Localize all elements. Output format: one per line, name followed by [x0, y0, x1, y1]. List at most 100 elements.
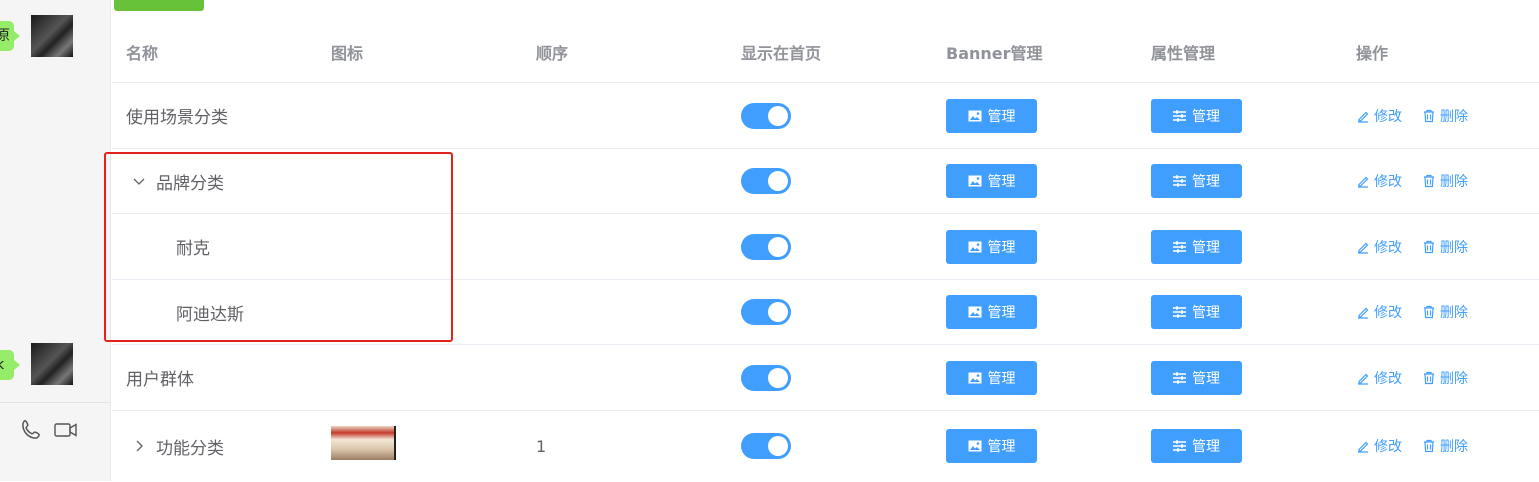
banner-manage-button[interactable]: 管理 — [946, 164, 1037, 198]
edit-label: 修改 — [1374, 239, 1402, 256]
trash-icon — [1424, 305, 1434, 319]
table-row: 功能分类 1 管理 管理 修改 删除 — [112, 411, 1539, 481]
button-label: 管理 — [987, 439, 1016, 455]
edit-icon — [1358, 373, 1369, 385]
delete-link[interactable]: 删除 — [1422, 436, 1468, 456]
trash-icon — [1424, 371, 1434, 384]
button-label: 管理 — [987, 108, 1016, 125]
add-button[interactable] — [114, 0, 204, 11]
chat-bubble: 原 — [0, 21, 20, 51]
edit-link[interactable]: 修改 — [1356, 237, 1402, 257]
video-call-icon[interactable] — [53, 417, 79, 443]
attr-manage-button[interactable]: 管理 — [1151, 429, 1242, 463]
edit-link[interactable]: 修改 — [1356, 171, 1402, 191]
button-label: 管理 — [1192, 439, 1220, 455]
delete-link[interactable]: 删除 — [1422, 106, 1468, 126]
attr-manage-button[interactable]: 管理 — [1151, 360, 1242, 395]
header-name: 名称 — [126, 44, 159, 63]
edit-label: 修改 — [1374, 439, 1402, 455]
edit-label: 修改 — [1374, 174, 1402, 190]
edit-icon — [1358, 307, 1369, 319]
sliders-icon — [1173, 175, 1186, 187]
delete-link[interactable]: 删除 — [1422, 368, 1468, 388]
chat-toolbar — [0, 402, 110, 482]
sliders-icon — [1173, 306, 1186, 318]
trash-icon — [1424, 439, 1434, 453]
edit-link[interactable]: 修改 — [1356, 302, 1402, 322]
delete-label: 删除 — [1440, 108, 1468, 125]
image-icon — [968, 110, 981, 121]
trash-icon — [1424, 109, 1434, 122]
edit-icon — [1358, 111, 1369, 123]
header-show-home: 显示在首页 — [741, 44, 822, 63]
table-header: 名称 图标 顺序 显示在首页 Banner管理 属性管理 操作 — [112, 22, 1539, 83]
avatar[interactable] — [31, 343, 73, 385]
table-row: 用户群体 管理 管理 修改 删除 — [112, 345, 1539, 411]
category-name: 用户群体 — [126, 370, 194, 390]
button-label: 管理 — [987, 305, 1016, 321]
chat-panel: 原 k — [0, 0, 111, 481]
edit-label: 修改 — [1374, 370, 1402, 387]
button-label: 管理 — [1192, 174, 1220, 190]
delete-label: 删除 — [1440, 174, 1468, 190]
delete-link[interactable]: 删除 — [1422, 237, 1468, 257]
sliders-icon — [1173, 240, 1186, 253]
delete-label: 删除 — [1440, 239, 1468, 256]
attr-manage-button[interactable]: 管理 — [1151, 229, 1242, 264]
edit-link[interactable]: 修改 — [1356, 436, 1402, 456]
edit-icon — [1358, 441, 1369, 453]
table-row: 使用场景分类 管理 管理 修改 删除 — [112, 83, 1539, 149]
avatar[interactable] — [31, 15, 73, 57]
attr-manage-button[interactable]: 管理 — [1151, 98, 1242, 133]
trash-icon — [1424, 174, 1434, 188]
banner-manage-button[interactable]: 管理 — [946, 98, 1037, 133]
button-label: 管理 — [987, 370, 1016, 387]
edit-label: 修改 — [1374, 108, 1402, 125]
chat-bubble: k — [0, 350, 20, 380]
header-order: 顺序 — [536, 44, 569, 63]
phone-icon[interactable] — [18, 417, 44, 443]
button-label: 管理 — [987, 174, 1016, 190]
button-label: 管理 — [1192, 305, 1220, 321]
header-attr: 属性管理 — [1151, 44, 1216, 63]
image-icon — [968, 241, 981, 252]
banner-manage-button[interactable]: 管理 — [946, 295, 1037, 329]
category-icon-image — [331, 426, 396, 460]
sliders-icon — [1173, 440, 1186, 452]
edit-link[interactable]: 修改 — [1356, 106, 1402, 126]
image-icon — [968, 440, 981, 452]
sliders-icon — [1173, 371, 1186, 384]
category-order: 1 — [536, 436, 547, 456]
delete-link[interactable]: 删除 — [1422, 302, 1468, 322]
banner-manage-button[interactable]: 管理 — [946, 360, 1037, 395]
edit-icon — [1358, 242, 1369, 254]
attr-manage-button[interactable]: 管理 — [1151, 295, 1242, 329]
button-label: 管理 — [1192, 108, 1220, 125]
banner-manage-button[interactable]: 管理 — [946, 229, 1037, 264]
edit-link[interactable]: 修改 — [1356, 368, 1402, 388]
delete-link[interactable]: 删除 — [1422, 171, 1468, 191]
button-label: 管理 — [1192, 370, 1220, 387]
banner-manage-button[interactable]: 管理 — [946, 429, 1037, 463]
sliders-icon — [1173, 109, 1186, 122]
edit-icon — [1358, 176, 1369, 188]
show-home-switch[interactable] — [741, 102, 791, 129]
show-home-switch[interactable] — [741, 433, 791, 459]
show-home-switch[interactable] — [741, 299, 791, 325]
image-icon — [968, 306, 981, 318]
category-name: 功能分类 — [156, 438, 224, 459]
chevron-right-icon[interactable] — [132, 439, 146, 453]
header-ops: 操作 — [1356, 44, 1389, 63]
delete-label: 删除 — [1440, 439, 1468, 455]
show-home-switch[interactable] — [741, 364, 791, 391]
header-banner: Banner管理 — [946, 44, 1043, 63]
edit-label: 修改 — [1374, 305, 1402, 321]
delete-label: 删除 — [1440, 370, 1468, 387]
attr-manage-button[interactable]: 管理 — [1151, 164, 1242, 198]
show-home-switch[interactable] — [741, 233, 791, 260]
button-label: 管理 — [987, 239, 1016, 256]
image-icon — [968, 372, 981, 383]
trash-icon — [1424, 240, 1434, 253]
show-home-switch[interactable] — [741, 168, 791, 194]
button-label: 管理 — [1192, 239, 1220, 256]
